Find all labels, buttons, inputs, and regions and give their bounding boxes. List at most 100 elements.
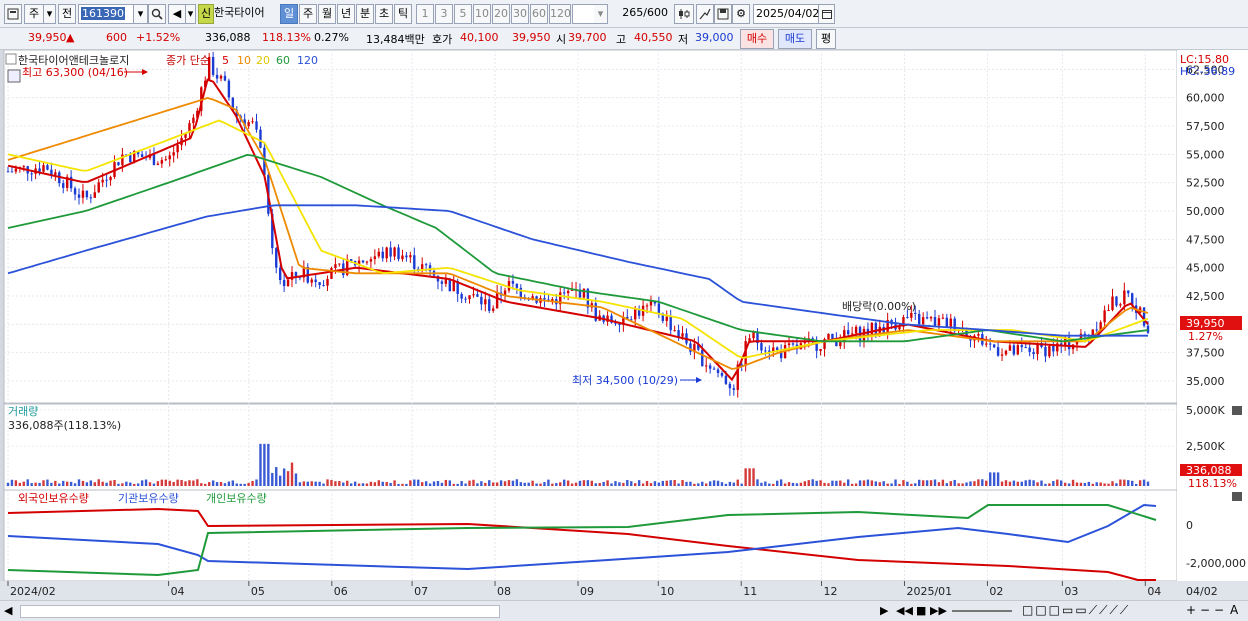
scroll-thumb[interactable] xyxy=(20,605,500,618)
volume-bar xyxy=(791,482,795,486)
calendar-icon[interactable] xyxy=(819,4,835,24)
candle-body xyxy=(847,330,850,335)
text-size-icon[interactable]: A xyxy=(1230,603,1238,617)
volume-bar xyxy=(1067,483,1071,486)
tab-tick[interactable]: 틱 xyxy=(394,4,412,24)
tab-second[interactable]: 초 xyxy=(375,4,393,24)
price-panel[interactable] xyxy=(3,50,1178,404)
interval-60[interactable]: 60 xyxy=(530,4,548,24)
candle-body xyxy=(6,171,10,173)
zoom-slider[interactable] xyxy=(952,610,1012,612)
volume-bar xyxy=(977,479,980,486)
candle-body xyxy=(752,332,755,339)
stock-chart[interactable]: 62,50060,00057,50055,00052,50050,00047,5… xyxy=(0,50,1248,621)
interval-10[interactable]: 10 xyxy=(473,4,491,24)
buy-button[interactable]: 매수 xyxy=(740,29,774,49)
candle-body xyxy=(701,349,704,367)
avg-button[interactable]: 평 xyxy=(816,29,836,49)
volume-bar xyxy=(847,479,850,486)
tab-monthly[interactable]: 월 xyxy=(318,4,336,24)
candle-body xyxy=(46,165,49,170)
code-dropdown-icon[interactable]: ▾ xyxy=(134,4,148,24)
save-icon[interactable] xyxy=(714,4,732,24)
sell-button[interactable]: 매도 xyxy=(778,29,812,49)
code-input[interactable]: 161390 xyxy=(78,4,134,24)
volume-close-icon[interactable] xyxy=(1232,406,1242,415)
volume-bar xyxy=(1083,483,1087,486)
layout-icons[interactable]: □□□▭▭⟋⟋⟋⟋ xyxy=(1022,603,1130,618)
candle-body xyxy=(914,312,917,314)
volume-bar xyxy=(582,480,586,486)
panel-menu-icon[interactable] xyxy=(5,53,17,65)
candle-body xyxy=(760,343,763,351)
speaker-icon[interactable]: ◀ xyxy=(168,4,186,24)
volume-bar xyxy=(243,483,246,486)
interval-5[interactable]: 5 xyxy=(454,4,472,24)
chart-menu-icon[interactable] xyxy=(4,4,22,24)
tool-icon[interactable] xyxy=(696,4,714,24)
volume-bar xyxy=(519,482,523,486)
volume-bar xyxy=(1131,480,1134,486)
volume-bar xyxy=(357,483,361,486)
prev-button[interactable]: 전 xyxy=(58,4,76,24)
count-display[interactable]: 265/600 xyxy=(612,4,668,24)
period-dropdown-icon[interactable]: ▾ xyxy=(44,4,56,24)
interval-3[interactable]: 3 xyxy=(435,4,453,24)
scroll-right-icon[interactable]: ▶ xyxy=(880,604,888,617)
volume-panel[interactable] xyxy=(3,403,1178,491)
period-week-button[interactable]: 주 xyxy=(24,4,44,24)
scroll-left-icon[interactable]: ◀ xyxy=(4,604,12,617)
volume-bar xyxy=(30,483,33,486)
volume-bar xyxy=(768,483,771,486)
volume-bar xyxy=(401,483,404,486)
gear-icon[interactable]: ⚙ xyxy=(732,4,750,24)
candle-body xyxy=(925,317,929,319)
interval-1[interactable]: 1 xyxy=(416,4,434,24)
volume-bar xyxy=(338,481,341,486)
volume-bar xyxy=(133,483,136,486)
volume-bar xyxy=(105,482,108,486)
volume-bar xyxy=(121,483,124,486)
interval-20[interactable]: 20 xyxy=(492,4,510,24)
date-input[interactable]: 2025/04/02 xyxy=(753,4,819,24)
volume-bar xyxy=(886,483,889,486)
search-icon[interactable] xyxy=(148,4,166,24)
holding-close-icon[interactable] xyxy=(1232,492,1242,501)
zoom-out-icon[interactable]: − xyxy=(1200,603,1210,617)
volume-bar xyxy=(515,479,519,486)
candle-body xyxy=(389,247,392,257)
play-next-icon[interactable]: ▶▶ xyxy=(930,604,947,617)
volume-bar xyxy=(334,481,337,486)
volume-value: 336,088 xyxy=(205,31,251,44)
grid-toggle-icon[interactable] xyxy=(7,69,21,83)
volume-bar xyxy=(405,483,408,486)
volume-bar xyxy=(740,483,743,486)
volume-bar xyxy=(614,481,617,486)
volume-bar xyxy=(188,480,191,486)
stop-icon[interactable]: ■ xyxy=(916,604,926,617)
candle-body xyxy=(665,316,668,321)
holding-panel[interactable] xyxy=(3,489,1178,582)
play-prev-icon[interactable]: ◀◀ xyxy=(896,604,913,617)
high-label: 고 xyxy=(616,33,627,46)
candle-body xyxy=(452,281,455,292)
candle-icon[interactable] xyxy=(674,4,694,24)
volume-bar xyxy=(523,482,526,486)
zoom-reset-icon[interactable]: − xyxy=(1214,603,1224,617)
x-tick-label: 09 xyxy=(580,585,594,598)
interval-dropdown-icon[interactable]: ▾ xyxy=(594,4,608,24)
interval-120[interactable]: 120 xyxy=(549,4,571,24)
tab-minute[interactable]: 분 xyxy=(356,4,374,24)
volume-bar xyxy=(586,480,590,486)
candle-body xyxy=(787,343,791,346)
candle-body xyxy=(1032,351,1035,355)
tab-daily[interactable]: 일 xyxy=(280,4,298,24)
interval-30[interactable]: 30 xyxy=(511,4,529,24)
horizontal-scrollbar[interactable]: ◀ ▶ ◀◀ ■ ▶▶ □□□▭▭⟋⟋⟋⟋ + − − A xyxy=(0,600,1248,621)
tab-yearly[interactable]: 년 xyxy=(337,4,355,24)
turnover-rate: 0.27% xyxy=(314,31,349,44)
tab-weekly[interactable]: 주 xyxy=(299,4,317,24)
stock-name[interactable]: 한국타이어 xyxy=(214,4,278,24)
speaker-dropdown-icon[interactable]: ▾ xyxy=(186,4,196,24)
zoom-in-icon[interactable]: + xyxy=(1186,603,1196,617)
